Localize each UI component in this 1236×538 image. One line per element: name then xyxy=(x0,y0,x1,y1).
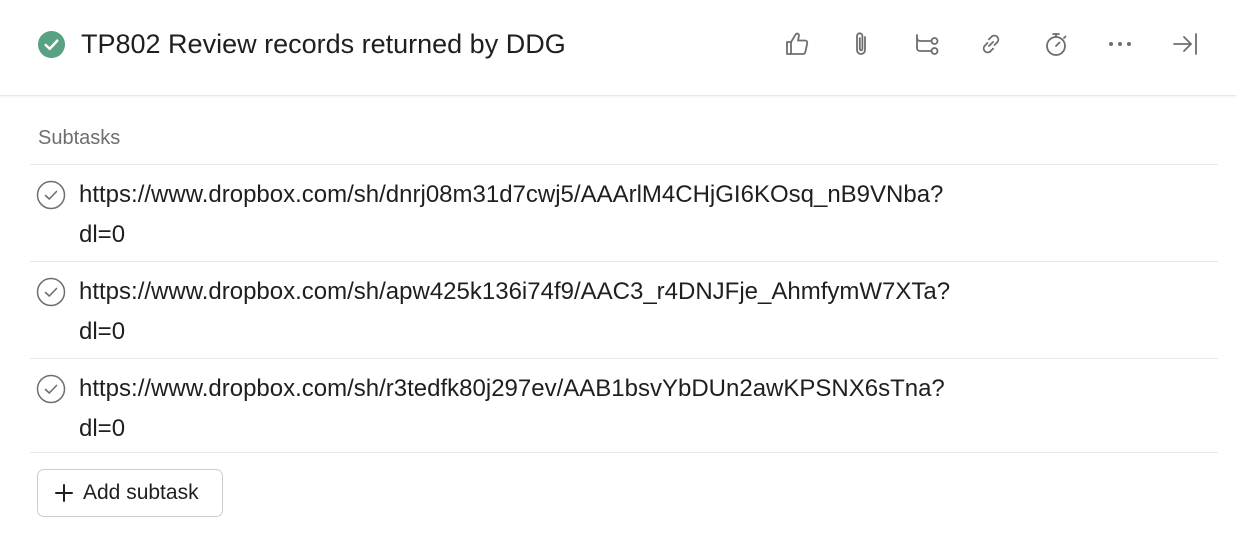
subtask-row[interactable]: https://www.dropbox.com/sh/r3tedfk80j297… xyxy=(30,359,1218,453)
add-subtask-toolbar-button[interactable] xyxy=(909,26,945,62)
link-icon xyxy=(982,34,1000,54)
task-header: TP802 Review records returned by DDG xyxy=(0,0,1236,96)
subtask-row[interactable]: https://www.dropbox.com/sh/apw425k136i74… xyxy=(30,262,1218,359)
attach-button[interactable] xyxy=(844,26,880,62)
subtask-name-line1: https://www.dropbox.com/sh/dnrj08m31d7cw… xyxy=(79,181,944,208)
subtask-check-icon[interactable] xyxy=(36,180,66,210)
add-subtask-label: Add subtask xyxy=(83,481,199,504)
subtask-name[interactable]: https://www.dropbox.com/sh/dnrj08m31d7cw… xyxy=(79,175,1079,255)
subtask-check-icon[interactable] xyxy=(36,277,66,307)
task-toolbar xyxy=(0,26,1236,62)
close-pane-icon xyxy=(1173,33,1197,55)
close-details-button[interactable] xyxy=(1167,26,1203,62)
more-icon xyxy=(1109,42,1131,46)
subtask-name-line1: https://www.dropbox.com/sh/r3tedfk80j297… xyxy=(79,375,945,402)
time-tracking-button[interactable] xyxy=(1038,26,1074,62)
subtask-check-icon[interactable] xyxy=(36,374,66,404)
subtask-name[interactable]: https://www.dropbox.com/sh/apw425k136i74… xyxy=(79,272,1079,352)
copy-link-button[interactable] xyxy=(973,26,1009,62)
subtask-name-line2: dl=0 xyxy=(79,221,126,248)
subtask-name[interactable]: https://www.dropbox.com/sh/r3tedfk80j297… xyxy=(79,369,1079,449)
paperclip-icon xyxy=(856,32,866,55)
subtasks-label: Subtasks xyxy=(38,127,121,149)
subtask-name-line2: dl=0 xyxy=(79,415,126,442)
add-subtask-button[interactable]: Add subtask xyxy=(37,469,223,517)
subtask-branch-icon xyxy=(916,34,939,55)
like-button[interactable] xyxy=(779,26,815,62)
plus-icon xyxy=(55,484,73,502)
subtask-name-line1: https://www.dropbox.com/sh/apw425k136i74… xyxy=(79,278,951,305)
subtask-name-line2: dl=0 xyxy=(79,318,126,345)
subtask-row[interactable]: https://www.dropbox.com/sh/dnrj08m31d7cw… xyxy=(30,165,1218,262)
stopwatch-icon xyxy=(1046,33,1067,56)
more-actions-button[interactable] xyxy=(1102,26,1138,62)
subtask-list: https://www.dropbox.com/sh/dnrj08m31d7cw… xyxy=(30,164,1218,453)
thumbs-up-icon xyxy=(786,32,809,55)
